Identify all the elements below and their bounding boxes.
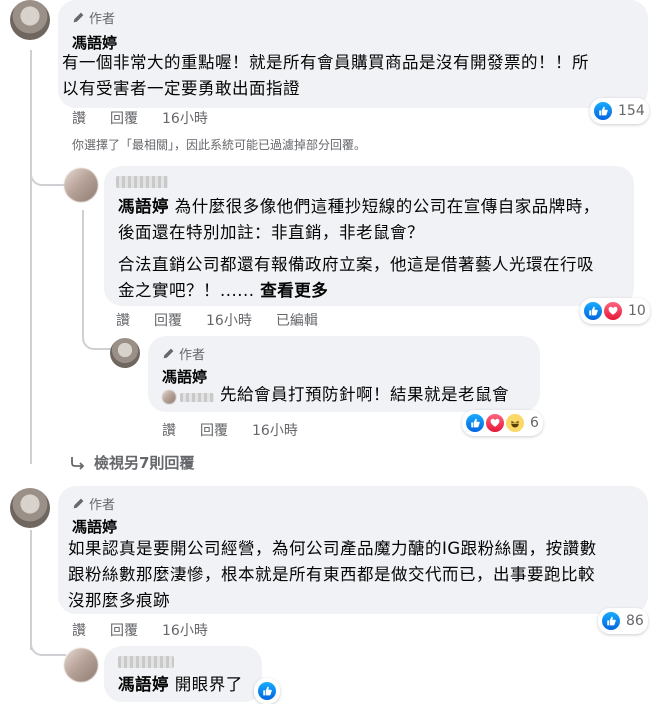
- see-more-link[interactable]: 查看更多: [260, 281, 328, 300]
- reply-actions: 讚 回覆 16小時: [162, 420, 298, 440]
- pencil-icon: [73, 498, 84, 509]
- reply-actions: 讚 回覆 16小時 已編輯: [116, 310, 318, 330]
- reply-text-line: 為什麼很多像他們這種抄短線的公司在宣傳自家品牌時，: [169, 197, 600, 216]
- thread-line: [30, 50, 32, 458]
- reply-bubble: 馮語婷 為什麼很多像他們這種抄短線的公司在宣傳自家品牌時， 後面還在特別加註：非…: [104, 166, 634, 306]
- reply-text: 馮語婷 開眼界了: [118, 672, 243, 698]
- like-icon: [600, 610, 622, 632]
- love-icon: [484, 412, 506, 434]
- haha-icon: [504, 412, 526, 434]
- mention-link[interactable]: 馮語婷: [118, 197, 169, 216]
- avatar[interactable]: [110, 338, 140, 368]
- comment-actions: 讚 回覆 16小時: [72, 620, 208, 640]
- timestamp[interactable]: 16小時: [206, 310, 252, 330]
- comment-text: 如果認真是要開公司經營，為何公司產品魔力醣的IG跟粉絲團，按讚數 跟粉絲數那麼淒…: [68, 536, 646, 614]
- like-action[interactable]: 讚: [162, 420, 176, 440]
- reaction-count[interactable]: 6: [462, 410, 543, 436]
- like-icon: [464, 412, 486, 434]
- reply-text: 先給會員打預防針啊！結果就是老鼠會: [220, 385, 509, 404]
- author-badge: 作者: [162, 344, 205, 363]
- thread-line: [82, 210, 84, 338]
- reaction-number: 86: [626, 613, 644, 629]
- comment-text-line: 沒那麼多痕跡: [68, 591, 170, 610]
- reaction-count[interactable]: 86: [598, 608, 648, 634]
- thread-curve: [30, 640, 66, 656]
- reaction-number: 6: [530, 415, 539, 431]
- comment-actions: 讚 回覆 16小時: [72, 108, 208, 128]
- thread-line: [30, 530, 32, 650]
- avatar[interactable]: [10, 0, 50, 40]
- like-icon: [592, 100, 614, 122]
- reply-bubble: 作者 馮語婷 先給會員打預防針啊！結果就是老鼠會: [148, 336, 540, 412]
- reply-bubble: 馮語婷 開眼界了: [104, 646, 262, 702]
- author-badge-label: 作者: [89, 498, 116, 513]
- comment-text: 有一個非常大的重點喔！就是所有會員購買商品是沒有開發票的！！所 以有受害者一定要…: [62, 50, 646, 102]
- filter-note: 你選擇了「最相關」，因此系統可能已過濾掉部分回覆。: [72, 138, 367, 152]
- reply-to-name[interactable]: [180, 393, 214, 402]
- pencil-icon: [163, 348, 174, 359]
- reaction-count[interactable]: [254, 678, 280, 704]
- like-action[interactable]: 讚: [72, 620, 86, 640]
- reply-text-line: 後面還在特別加註：非直銷，非老鼠會？: [118, 223, 424, 242]
- reply-text-line: 開眼界了: [169, 675, 243, 694]
- view-more-replies[interactable]: 檢視另7則回覆: [70, 452, 194, 473]
- like-icon: [582, 300, 604, 322]
- comment-text-line: 有一個非常大的重點喔！就是所有會員購買商品是沒有開發票的！！所: [62, 53, 589, 72]
- reaction-count[interactable]: 154: [590, 98, 649, 124]
- reply-action[interactable]: 回覆: [200, 420, 228, 440]
- love-icon: [602, 300, 624, 322]
- comment-text-line: 以有受害者一定要勇敢出面指證: [62, 79, 300, 98]
- like-icon: [256, 680, 278, 702]
- reaction-count[interactable]: 10: [580, 298, 650, 324]
- thread-line: [30, 456, 32, 464]
- edited-label[interactable]: 已編輯: [276, 310, 318, 330]
- commenter-name[interactable]: [116, 176, 168, 188]
- thread-curve: [30, 170, 66, 186]
- reply-action[interactable]: 回覆: [110, 108, 138, 128]
- avatar[interactable]: [10, 488, 50, 528]
- commenter-name[interactable]: 馮語婷: [72, 516, 117, 537]
- reply-text: 馮語婷 為什麼很多像他們這種抄短線的公司在宣傳自家品牌時， 後面還在特別加註：非…: [118, 194, 628, 304]
- reply-text-line: 合法直銷公司都還有報備政府立案，他這是借著藝人光環在行吸: [118, 255, 594, 274]
- reply-to-avatar: [162, 390, 176, 404]
- author-badge: 作者: [72, 8, 115, 27]
- reaction-number: 154: [618, 103, 645, 119]
- like-action[interactable]: 讚: [116, 310, 130, 330]
- reply-arrow-icon: [71, 456, 85, 470]
- avatar[interactable]: [64, 648, 98, 682]
- reply-action[interactable]: 回覆: [110, 620, 138, 640]
- timestamp[interactable]: 16小時: [252, 420, 298, 440]
- author-badge: 作者: [72, 494, 115, 513]
- view-more-label[interactable]: 檢視另7則回覆: [94, 452, 194, 473]
- reply-action[interactable]: 回覆: [154, 310, 182, 330]
- timestamp[interactable]: 16小時: [162, 620, 208, 640]
- mention-link[interactable]: 馮語婷: [118, 675, 169, 694]
- like-action[interactable]: 讚: [72, 108, 86, 128]
- comment-text-line: 如果認真是要開公司經營，為何公司產品魔力醣的IG跟粉絲團，按讚數: [68, 539, 597, 558]
- avatar[interactable]: [64, 168, 98, 202]
- commenter-name[interactable]: [118, 656, 174, 668]
- author-badge-label: 作者: [89, 12, 116, 27]
- author-badge-label: 作者: [179, 348, 206, 363]
- comment-bubble: 作者 馮語婷 如果認真是要開公司經營，為何公司產品魔力醣的IG跟粉絲團，按讚數 …: [58, 486, 648, 614]
- comment-bubble: 作者 馮語婷 有一個非常大的重點喔！就是所有會員購買商品是沒有開發票的！！所 以…: [58, 0, 648, 108]
- thread-curve: [82, 334, 112, 350]
- commenter-name[interactable]: 馮語婷: [162, 366, 207, 387]
- reaction-number: 10: [628, 303, 646, 319]
- comment-text-line: 跟粉絲數那麼淒慘，根本就是所有東西都是做交代而已，出事要跑比較: [68, 565, 595, 584]
- timestamp[interactable]: 16小時: [162, 108, 208, 128]
- reply-text-line: 金之實吧？！......: [118, 281, 255, 300]
- pencil-icon: [73, 12, 84, 23]
